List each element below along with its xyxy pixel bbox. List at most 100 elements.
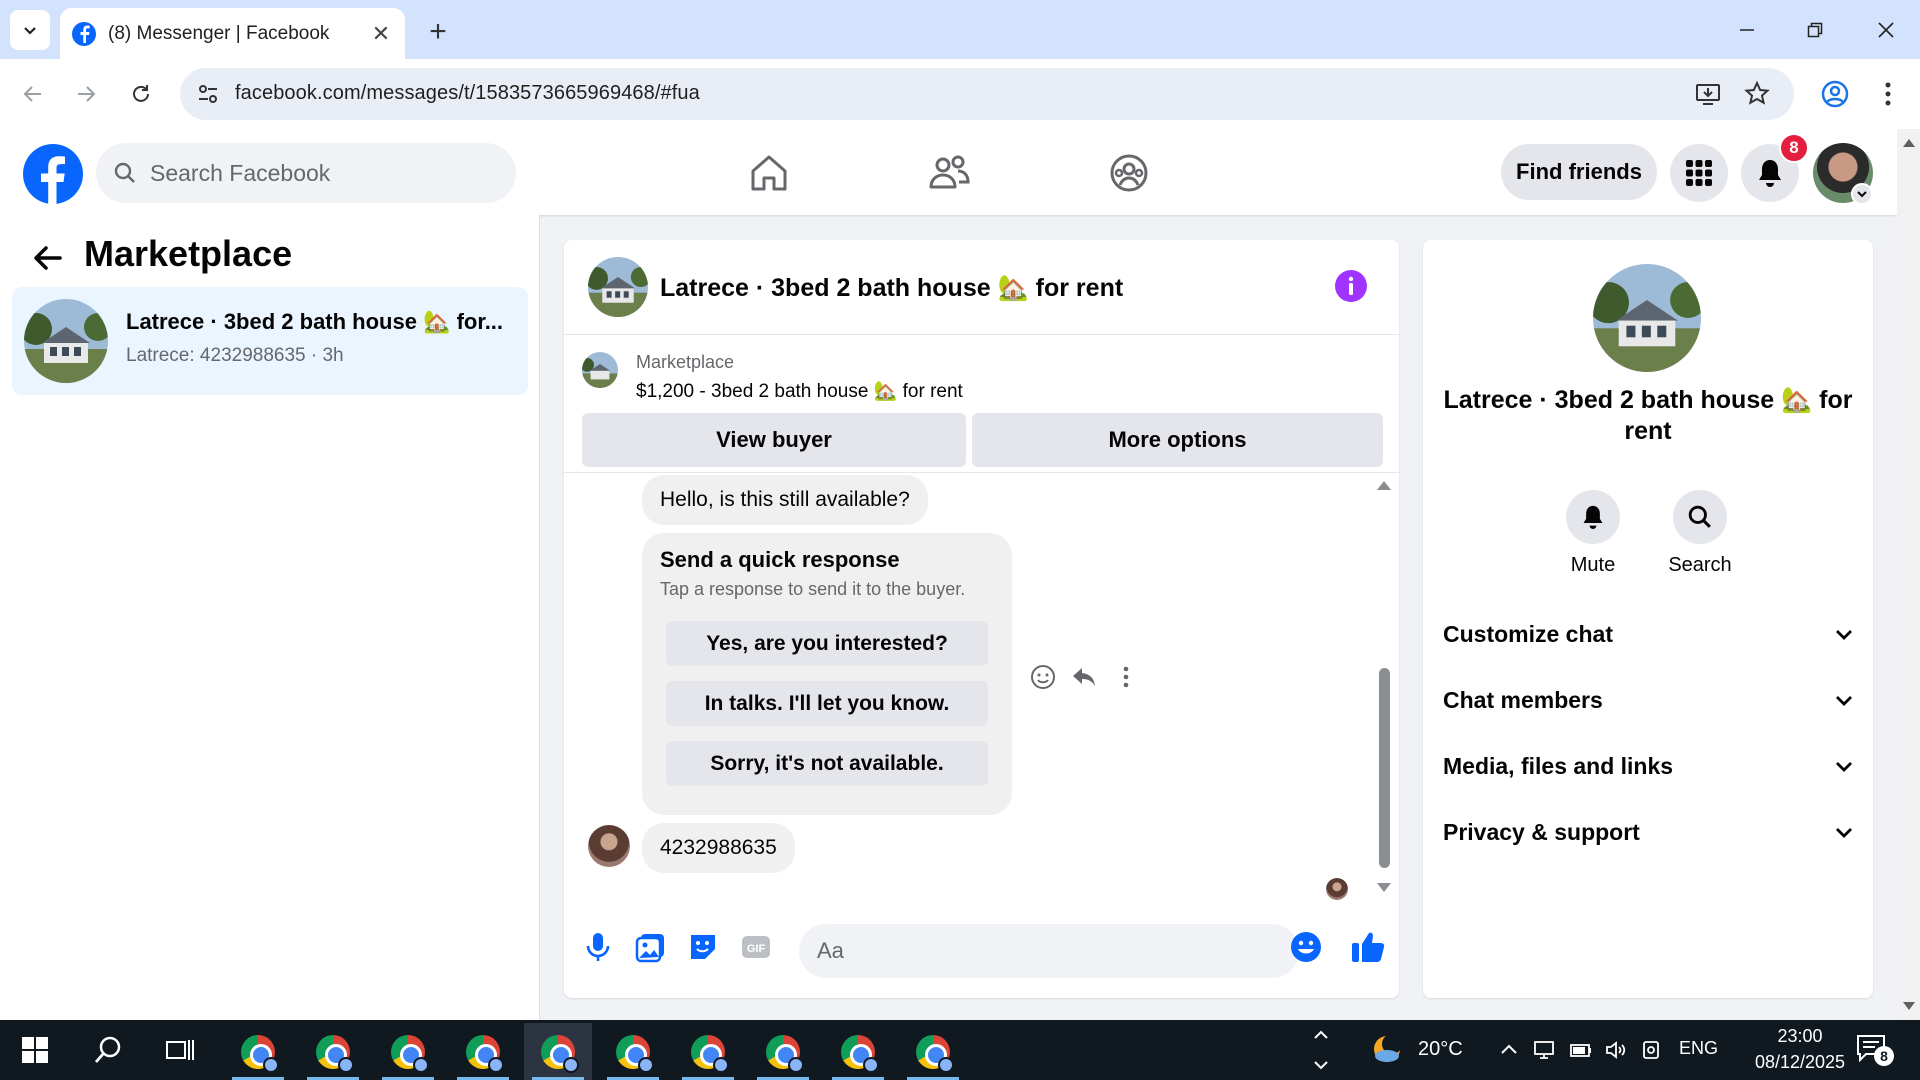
home-icon[interactable] — [747, 151, 791, 195]
input-language[interactable]: ENG — [1679, 1038, 1718, 1059]
page-scroll-up-arrow[interactable] — [1903, 139, 1915, 147]
search-icon — [114, 162, 135, 183]
browser-profile-icon[interactable] — [1817, 76, 1853, 112]
account-menu-chevron[interactable] — [1851, 183, 1873, 205]
chevron-down-icon — [1857, 191, 1867, 198]
view-buyer-button[interactable]: View buyer — [582, 413, 966, 467]
taskbar-chrome-app[interactable] — [299, 1023, 367, 1080]
tab-close-icon[interactable]: ✕ — [369, 21, 393, 47]
sticker-icon[interactable] — [686, 930, 720, 964]
chat-members-section[interactable]: Chat members — [1443, 675, 1853, 725]
battery-icon[interactable] — [1569, 1038, 1593, 1062]
microphone-icon[interactable] — [581, 930, 615, 964]
quick-response-button[interactable]: Sorry, it's not available. — [666, 741, 988, 786]
photo-icon[interactable] — [634, 930, 668, 964]
listing-thumbnail[interactable] — [582, 352, 618, 388]
privacy-support-section[interactable]: Privacy & support — [1443, 807, 1853, 857]
browser-tab[interactable]: (8) Messenger | Facebook ✕ — [60, 8, 405, 59]
page-scrollbar[interactable] — [1897, 129, 1920, 1020]
info-icon[interactable] — [1335, 270, 1367, 302]
facebook-search-input[interactable]: Search Facebook — [96, 143, 516, 203]
back-arrow-icon[interactable] — [30, 240, 66, 276]
menu-grid-button[interactable] — [1670, 144, 1728, 202]
site-settings-icon[interactable] — [196, 82, 220, 106]
address-bar[interactable]: facebook.com/messages/t/1583573665969468… — [180, 68, 1794, 120]
search-in-conversation-button[interactable]: Search — [1645, 490, 1755, 577]
conversation-preview: Latrece: 4232988635 · 3h — [126, 345, 344, 366]
customize-chat-section[interactable]: Customize chat — [1443, 609, 1853, 659]
tab-search-button[interactable] — [10, 10, 50, 50]
chat-scrollbar-thumb[interactable] — [1379, 668, 1390, 868]
bookmark-star-icon[interactable] — [1743, 80, 1771, 108]
chevron-down-icon — [1836, 630, 1852, 640]
taskbar-chrome-app[interactable] — [374, 1023, 442, 1080]
media-files-links-section[interactable]: Media, files and links — [1443, 741, 1853, 791]
notification-center-button[interactable]: 8 — [1856, 1034, 1894, 1066]
clock-date[interactable]: 08/12/2025 — [1733, 1052, 1867, 1073]
sender-avatar[interactable] — [588, 825, 630, 867]
device-icon[interactable] — [1640, 1038, 1664, 1062]
mute-button[interactable]: Mute — [1538, 490, 1648, 577]
install-app-icon[interactable] — [1694, 80, 1722, 108]
taskbar-chrome-app[interactable] — [824, 1023, 892, 1080]
weather-temperature[interactable]: 20°C — [1418, 1038, 1463, 1061]
reload-button[interactable] — [123, 76, 159, 112]
taskbar-chrome-app[interactable] — [899, 1023, 967, 1080]
message-input[interactable]: Aa — [799, 924, 1299, 978]
more-vertical-icon[interactable] — [1112, 663, 1140, 691]
page-scroll-down-arrow[interactable] — [1903, 1002, 1915, 1010]
quick-response-button[interactable]: Yes, are you interested? — [666, 621, 988, 666]
browser-menu-button[interactable] — [1870, 76, 1906, 112]
task-view-button[interactable] — [160, 1030, 200, 1070]
reply-icon[interactable] — [1070, 663, 1098, 691]
conversation-avatar[interactable] — [1593, 264, 1701, 372]
volume-icon[interactable] — [1604, 1038, 1628, 1062]
taskbar-chrome-app[interactable] — [749, 1023, 817, 1080]
back-button[interactable] — [15, 76, 51, 112]
chat-avatar[interactable] — [588, 257, 648, 317]
taskbar-chrome-app[interactable] — [674, 1023, 742, 1080]
quick-response-button[interactable]: In talks. I'll let you know. — [666, 681, 988, 726]
conversation-item[interactable]: Latrece · 3bed 2 bath house 🏡 for... Lat… — [12, 287, 528, 395]
taskbar-chrome-app[interactable] — [599, 1023, 667, 1080]
emoji-icon[interactable] — [1289, 930, 1323, 964]
chat-title[interactable]: Latrece · 3bed 2 bath house 🏡 for rent — [660, 274, 1123, 303]
forward-button[interactable] — [68, 76, 104, 112]
scroll-down-arrow[interactable] — [1377, 883, 1391, 892]
facebook-logo-icon[interactable] — [23, 144, 83, 204]
read-receipt-avatar — [1326, 878, 1348, 900]
taskbar-chrome-app[interactable] — [449, 1023, 517, 1080]
find-friends-button[interactable]: Find friends — [1501, 144, 1657, 200]
more-options-button[interactable]: More options — [972, 413, 1383, 467]
close-icon — [1878, 22, 1894, 38]
restore-button[interactable] — [1795, 10, 1835, 50]
network-icon[interactable] — [1532, 1038, 1556, 1062]
listing-title[interactable]: $1,200 - 3bed 2 bath house 🏡 for rent — [636, 379, 963, 403]
chrome-icon — [541, 1034, 579, 1073]
show-hidden-icons-chevron-up-icon[interactable] — [1497, 1038, 1521, 1062]
gif-icon[interactable]: GIF — [739, 930, 773, 964]
taskbar-chrome-app[interactable] — [224, 1023, 292, 1080]
taskbar-chrome-app-active[interactable] — [524, 1023, 592, 1080]
react-emoji-icon[interactable] — [1029, 663, 1057, 691]
scroll-up-arrow[interactable] — [1377, 481, 1391, 490]
quick-response-card: Send a quick response Tap a response to … — [642, 533, 1012, 815]
weather-moon-icon[interactable] — [1370, 1032, 1404, 1066]
arrow-left-icon — [23, 86, 41, 102]
minimize-icon — [1740, 29, 1754, 31]
message-composer: GIF Aa — [564, 908, 1399, 998]
search-icon-circle — [1673, 490, 1727, 544]
section-label: Media, files and links — [1443, 752, 1674, 779]
new-tab-button[interactable]: + — [420, 14, 456, 50]
mute-label: Mute — [1570, 554, 1616, 576]
chrome-icon — [691, 1034, 729, 1073]
taskbar-overflow-scroll[interactable] — [1312, 1024, 1330, 1076]
friends-icon[interactable] — [927, 151, 971, 195]
taskbar-search-button[interactable] — [88, 1030, 128, 1070]
close-window-button[interactable] — [1866, 10, 1906, 50]
clock-time[interactable]: 23:00 — [1760, 1026, 1840, 1047]
thumbs-up-icon[interactable] — [1349, 928, 1387, 966]
groups-icon[interactable] — [1107, 151, 1151, 195]
start-button[interactable] — [15, 1030, 55, 1070]
minimize-button[interactable] — [1727, 10, 1767, 50]
